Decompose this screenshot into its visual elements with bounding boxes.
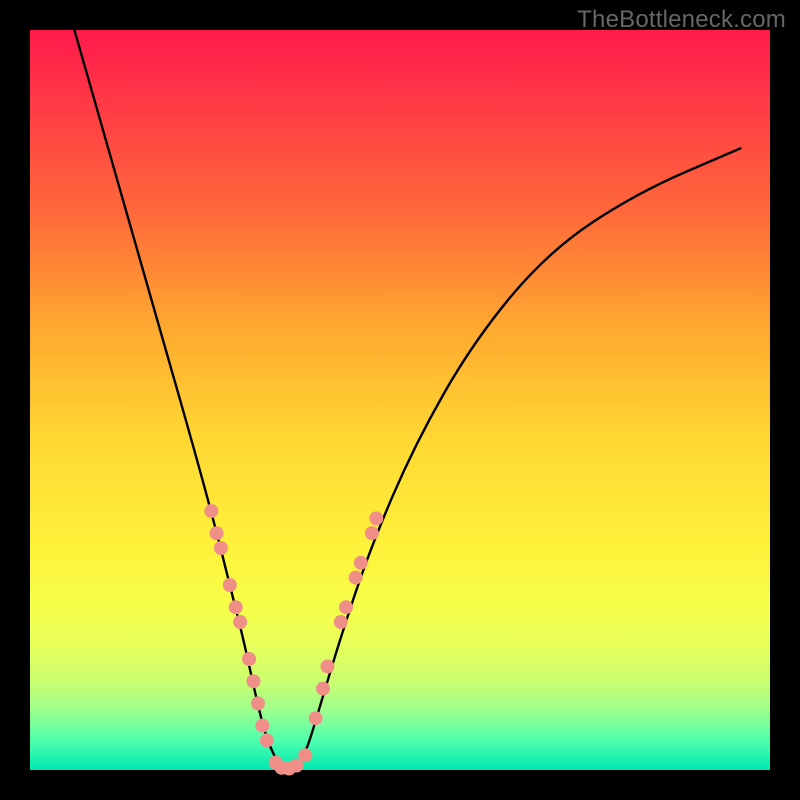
bottleneck-curve <box>74 30 740 770</box>
data-marker <box>334 615 348 629</box>
data-markers-group <box>204 504 383 776</box>
data-marker <box>246 674 260 688</box>
data-marker <box>369 511 383 525</box>
data-marker <box>320 659 334 673</box>
data-marker <box>365 526 379 540</box>
data-marker <box>354 556 368 570</box>
data-marker <box>233 615 247 629</box>
data-marker <box>251 696 265 710</box>
data-marker <box>349 571 363 585</box>
data-marker <box>260 733 274 747</box>
chart-svg <box>30 30 770 770</box>
data-marker <box>316 682 330 696</box>
data-marker <box>209 526 223 540</box>
plot-area <box>30 30 770 770</box>
data-marker <box>242 652 256 666</box>
chart-frame: TheBottleneck.com <box>0 0 800 800</box>
data-marker <box>339 600 353 614</box>
data-marker <box>223 578 237 592</box>
data-marker <box>229 600 243 614</box>
data-marker <box>309 711 323 725</box>
data-marker <box>255 719 269 733</box>
data-marker <box>204 504 218 518</box>
data-marker <box>298 748 312 762</box>
data-marker <box>214 541 228 555</box>
